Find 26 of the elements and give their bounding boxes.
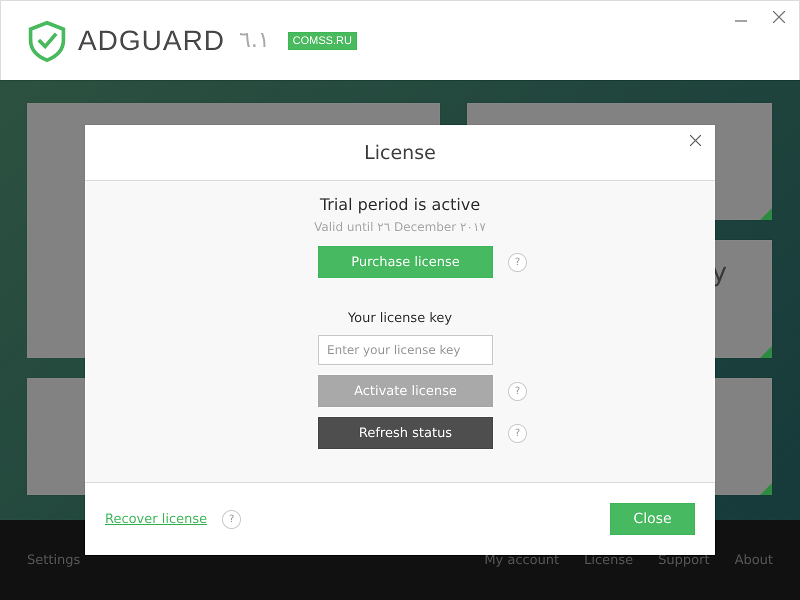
settings-link[interactable]: Settings — [27, 552, 80, 568]
footer-link[interactable]: About — [734, 552, 773, 568]
close-icon[interactable] — [773, 11, 785, 23]
license-key-label: Your license key — [348, 311, 452, 326]
app-version: ٦.١ — [239, 28, 270, 53]
app-name: ADGUARD — [78, 24, 226, 56]
close-button[interactable]: Close — [610, 503, 695, 535]
help-icon[interactable]: ? — [222, 510, 242, 528]
footer-link[interactable]: License — [584, 552, 634, 568]
help-icon[interactable]: ? — [508, 252, 527, 272]
status-text: Trial period is active — [320, 195, 480, 214]
recover-license-link[interactable]: Recover license — [105, 512, 208, 526]
corner-mark-icon — [760, 208, 772, 220]
refresh-button[interactable]: Refresh status — [318, 417, 493, 449]
site-badge: COMSS.RU — [288, 32, 357, 50]
help-icon[interactable]: ? — [508, 424, 527, 442]
close-icon[interactable] — [690, 135, 701, 146]
help-icon[interactable]: ? — [508, 382, 527, 400]
valid-until-text: Valid until ٢٦ December ٢٠١٧ — [314, 220, 486, 234]
footer-link[interactable]: Support — [658, 552, 710, 568]
dialog-title: License — [364, 142, 436, 164]
purchase-button[interactable]: Purchase license — [318, 246, 493, 278]
corner-mark-icon — [760, 483, 772, 495]
license-key-field[interactable]: Enter your license key — [318, 335, 493, 365]
corner-mark-icon — [760, 346, 772, 358]
footer-link[interactable]: My account — [484, 552, 560, 568]
